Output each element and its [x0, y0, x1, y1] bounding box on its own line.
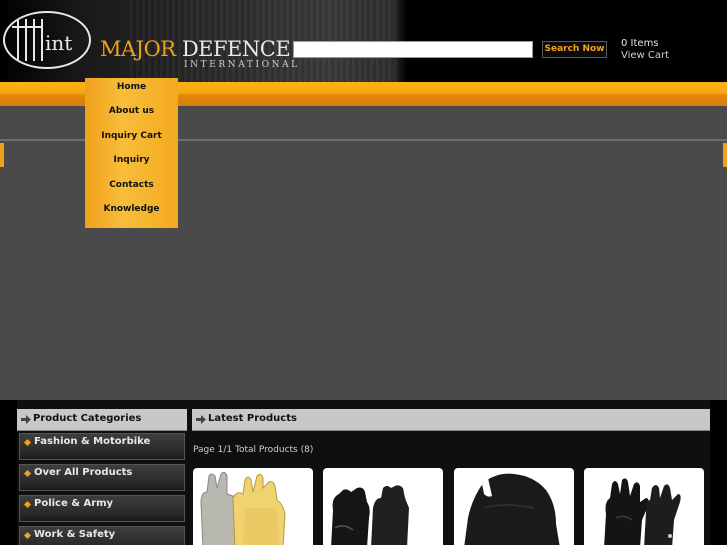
bullet-icon: [23, 438, 32, 447]
slider-left-tab[interactable]: [0, 143, 4, 167]
latest-products-header: Latest Products: [192, 409, 710, 431]
latest-products-title: Latest Products: [208, 413, 297, 424]
product-card[interactable]: [193, 468, 313, 545]
logo-bar: [25, 19, 27, 61]
slider-right-tab[interactable]: [723, 143, 727, 167]
categories-header: Product Categories: [17, 409, 187, 431]
yellow-gloves-image: [200, 471, 286, 545]
arrow-right-icon: [196, 415, 206, 424]
logo-bar: [41, 19, 43, 61]
black-gloves-image: [331, 485, 409, 545]
bullet-icon: [23, 531, 32, 540]
category-police-army[interactable]: Police & Army: [19, 495, 185, 522]
bullet-icon: [23, 500, 32, 509]
category-label: Fashion & Motorbike: [34, 436, 151, 447]
category-label: Over All Products: [34, 467, 133, 478]
menu-item-about[interactable]: About us: [85, 106, 178, 116]
brand-first-word: MAJOR: [100, 37, 176, 61]
cart-items-count: 0 Items: [621, 38, 659, 49]
search-button[interactable]: Search Now: [542, 41, 607, 58]
logo[interactable]: int: [3, 11, 91, 69]
logo-bar: [17, 19, 19, 61]
category-fashion-motorbike[interactable]: Fashion & Motorbike: [19, 433, 185, 460]
brand-subtitle: INTERNATIONAL: [184, 60, 300, 70]
categories-title: Product Categories: [33, 413, 142, 424]
leather-gloves-image: [604, 478, 681, 545]
product-card[interactable]: [584, 468, 704, 545]
brand-name[interactable]: MAJOR DEFENCE: [100, 37, 291, 61]
menu-item-inquiry-cart[interactable]: Inquiry Cart: [85, 131, 178, 141]
dropdown-menu: Home About us Inquiry Cart Inquiry Conta…: [85, 78, 178, 228]
category-over-all-products[interactable]: Over All Products: [19, 464, 185, 491]
category-label: Police & Army: [34, 498, 114, 509]
logo-text: int: [45, 31, 73, 55]
menu-item-contacts[interactable]: Contacts: [85, 180, 178, 190]
balaclava-image: [464, 473, 560, 545]
category-label: Work & Safety: [34, 529, 116, 540]
category-work-safety[interactable]: Work & Safety: [19, 526, 185, 545]
menu-item-home[interactable]: Home: [85, 82, 178, 92]
brand-second-word: DEFENCE: [181, 37, 291, 61]
product-card[interactable]: [323, 468, 443, 545]
search-input[interactable]: [293, 41, 533, 58]
paging-info: Page 1/1 Total Products (8): [193, 445, 314, 455]
product-card[interactable]: [454, 468, 574, 545]
menu-item-knowledge[interactable]: Knowledge: [85, 204, 178, 214]
bullet-icon: [23, 469, 32, 478]
menu-item-inquiry[interactable]: Inquiry: [85, 155, 178, 165]
arrow-right-icon: [21, 415, 31, 424]
view-cart-link[interactable]: View Cart: [621, 50, 669, 61]
logo-bar: [33, 19, 35, 61]
